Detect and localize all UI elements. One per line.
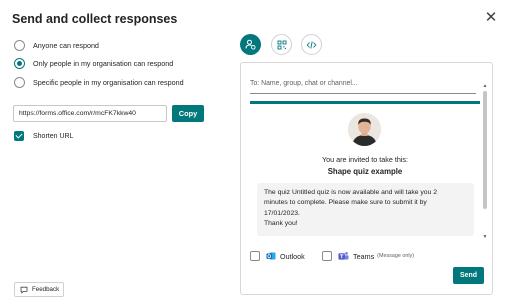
quiz-name: Shape quiz example (327, 167, 403, 176)
message-line: 17/01/2023. (264, 209, 300, 217)
tab-embed[interactable] (301, 34, 322, 55)
scroll-up-arrow-icon[interactable]: ▲ (482, 83, 488, 89)
send-button[interactable]: Send (453, 267, 484, 284)
person-link-icon (245, 39, 256, 50)
teams-checkbox[interactable] (322, 251, 332, 261)
teams-label: Teams (353, 251, 375, 261)
radio-specific-people[interactable]: Specific people in my organisation can r… (14, 77, 184, 88)
scrollbar-thumb[interactable] (483, 91, 487, 209)
email-preview: You are invited to take this: Shape quiz… (250, 101, 480, 239)
email-invite-panel: To: Name, group, chat or channel... ▲ ▼ … (240, 62, 493, 295)
radio-label: Anyone can respond (33, 41, 99, 50)
close-icon[interactable]: ✕ (484, 10, 498, 25)
feedback-label: Feedback (32, 286, 60, 293)
tab-share-link[interactable] (240, 34, 261, 55)
outlook-option[interactable]: Outlook (250, 251, 305, 261)
dialog-title: Send and collect responses (12, 12, 178, 26)
radio-circle[interactable] (14, 77, 25, 88)
qr-code-icon (277, 40, 286, 49)
feedback-button[interactable]: Feedback (14, 282, 64, 297)
outlook-icon (266, 252, 276, 260)
radio-label: Only people in my organisation can respo… (33, 59, 174, 68)
radio-circle-checked[interactable] (14, 58, 25, 69)
scroll-down-arrow-icon[interactable]: ▼ (482, 234, 488, 240)
copy-button[interactable]: Copy (172, 105, 204, 122)
radio-my-organisation[interactable]: Only people in my organisation can respo… (14, 58, 173, 69)
invited-text: You are invited to take this: (321, 155, 409, 164)
recipient-input[interactable]: To: Name, group, chat or channel... (250, 74, 476, 94)
radio-circle[interactable] (14, 40, 25, 51)
message-line: The quiz Untitled quiz is now available … (264, 189, 438, 196)
accent-bar (250, 101, 480, 104)
feedback-icon (20, 286, 28, 293)
teams-icon (338, 252, 349, 260)
message-line: minutes to complete. Please make sure to… (264, 199, 427, 207)
teams-option[interactable]: Teams (Message only) (322, 251, 414, 261)
radio-label: Specific people in my organisation can r… (33, 78, 184, 87)
radio-anyone[interactable]: Anyone can respond (14, 40, 99, 51)
outlook-checkbox[interactable] (250, 251, 260, 261)
share-url-field[interactable]: https://forms.office.com/r/mcFK7kkw40 (13, 105, 167, 122)
shorten-url-label: Shorten URL (33, 132, 74, 140)
shorten-url-checkbox-row[interactable]: Shorten URL (14, 131, 73, 141)
tab-qr-code[interactable] (271, 34, 292, 55)
shorten-url-checkbox[interactable] (14, 131, 24, 141)
invite-message[interactable]: The quiz Untitled quiz is now available … (257, 183, 474, 236)
embed-code-icon (306, 40, 317, 49)
teams-message-only-note: (Message only) (377, 253, 415, 259)
message-line: Thank you! (264, 220, 298, 228)
avatar (348, 113, 381, 146)
outlook-label: Outlook (280, 251, 305, 261)
